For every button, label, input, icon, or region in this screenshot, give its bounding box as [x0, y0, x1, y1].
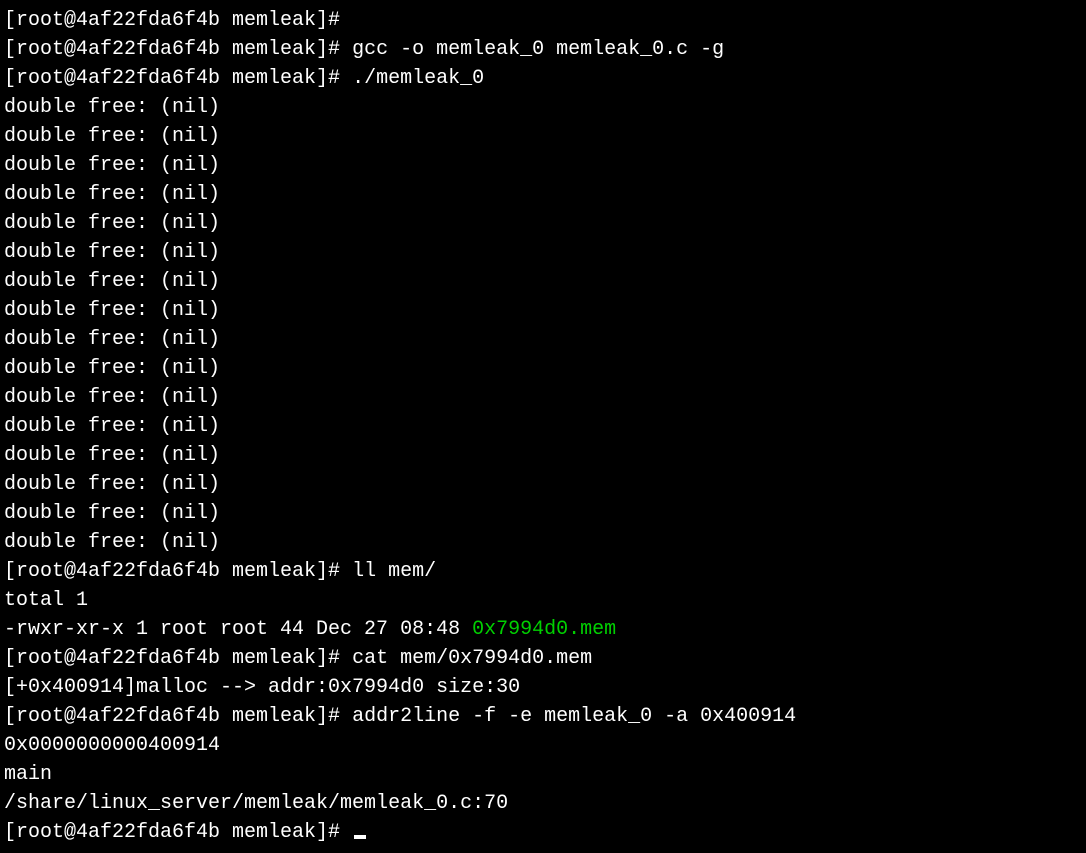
ls-entry-line: -rwxr-xr-x 1 root root 44 Dec 27 08:48 0… [4, 615, 1082, 644]
shell-command: cat mem/0x7994d0.mem [352, 647, 592, 670]
terminal[interactable]: [root@4af22fda6f4b memleak]# [root@4af22… [0, 0, 1086, 853]
terminal-output-line: double free: (nil) [4, 93, 1082, 122]
terminal-output-line: [+0x400914]malloc --> addr:0x7994d0 size… [4, 673, 1082, 702]
terminal-command-line[interactable]: [root@4af22fda6f4b memleak]# [4, 818, 1082, 847]
shell-prompt: [root@4af22fda6f4b memleak]# [4, 560, 352, 583]
shell-prompt: [root@4af22fda6f4b memleak]# [4, 38, 352, 61]
terminal-output-line: main [4, 760, 1082, 789]
terminal-output-line: double free: (nil) [4, 151, 1082, 180]
terminal-command-line[interactable]: [root@4af22fda6f4b memleak]# gcc -o meml… [4, 35, 1082, 64]
shell-prompt: [root@4af22fda6f4b memleak]# [4, 705, 352, 728]
terminal-output-line: double free: (nil) [4, 441, 1082, 470]
shell-prompt: [root@4af22fda6f4b memleak]# [4, 647, 352, 670]
terminal-output-line: double free: (nil) [4, 383, 1082, 412]
terminal-output-line: 0x0000000000400914 [4, 731, 1082, 760]
terminal-output-line: double free: (nil) [4, 325, 1082, 354]
ls-entry-filename: 0x7994d0.mem [472, 618, 616, 641]
terminal-output-line: double free: (nil) [4, 267, 1082, 296]
terminal-output-line: /share/linux_server/memleak/memleak_0.c:… [4, 789, 1082, 818]
terminal-output-line: double free: (nil) [4, 528, 1082, 557]
shell-prompt: [root@4af22fda6f4b memleak]# [4, 67, 352, 90]
terminal-command-line[interactable]: [root@4af22fda6f4b memleak]# addr2line -… [4, 702, 1082, 731]
terminal-output-line: double free: (nil) [4, 499, 1082, 528]
shell-prompt: [root@4af22fda6f4b memleak]# [4, 9, 352, 32]
terminal-output-line: double free: (nil) [4, 470, 1082, 499]
shell-command: addr2line -f -e memleak_0 -a 0x400914 [352, 705, 796, 728]
terminal-command-line[interactable]: [root@4af22fda6f4b memleak]# [4, 6, 1082, 35]
shell-prompt: [root@4af22fda6f4b memleak]# [4, 821, 352, 844]
terminal-output-line: double free: (nil) [4, 412, 1082, 441]
terminal-command-line[interactable]: [root@4af22fda6f4b memleak]# ./memleak_0 [4, 64, 1082, 93]
terminal-command-line[interactable]: [root@4af22fda6f4b memleak]# cat mem/0x7… [4, 644, 1082, 673]
ls-entry-meta: -rwxr-xr-x 1 root root 44 Dec 27 08:48 [4, 618, 472, 641]
terminal-command-line[interactable]: [root@4af22fda6f4b memleak]# ll mem/ [4, 557, 1082, 586]
shell-command: gcc -o memleak_0 memleak_0.c -g [352, 38, 724, 61]
terminal-output-line: double free: (nil) [4, 180, 1082, 209]
terminal-output-line: total 1 [4, 586, 1082, 615]
terminal-output-line: double free: (nil) [4, 238, 1082, 267]
shell-command: ./memleak_0 [352, 67, 484, 90]
terminal-output-line: double free: (nil) [4, 209, 1082, 238]
terminal-output-line: double free: (nil) [4, 122, 1082, 151]
terminal-output-line: double free: (nil) [4, 296, 1082, 325]
cursor-icon [354, 835, 366, 839]
terminal-output-line: double free: (nil) [4, 354, 1082, 383]
shell-command: ll mem/ [352, 560, 436, 583]
